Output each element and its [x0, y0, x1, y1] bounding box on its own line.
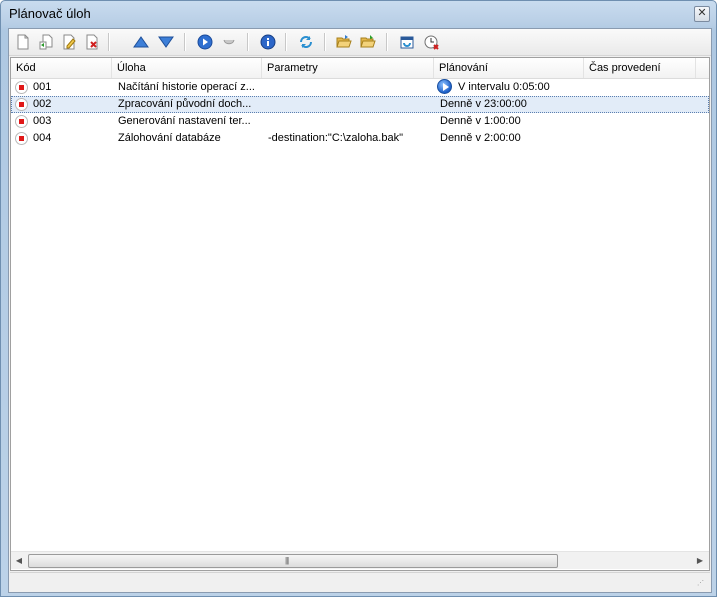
toolbar-separator [285, 33, 287, 51]
task-schedule: V intervalu 0:05:00 [458, 81, 550, 93]
toolbar-separator [184, 33, 186, 51]
move-down-icon [158, 36, 174, 48]
scheduler-settings-button[interactable] [397, 32, 417, 52]
toolbar-separator [386, 33, 388, 51]
task-code: 003 [33, 115, 52, 127]
resize-grip[interactable]: ⋰ [697, 579, 707, 589]
column-header-parameters[interactable]: Parametry [262, 58, 434, 78]
task-name: Zálohování databáze [118, 132, 221, 144]
toolbar-separator [247, 33, 249, 51]
scrollbar-thumb[interactable]: ||| [28, 554, 558, 568]
task-code: 002 [33, 98, 52, 110]
task-execution-time [590, 130, 700, 147]
stopped-status-icon [15, 81, 28, 94]
window-title: Plánovač úloh [9, 6, 91, 21]
edit-task-button[interactable] [59, 32, 79, 52]
schedule-play-icon [435, 79, 455, 96]
stopped-status-icon [15, 132, 28, 145]
move-up-icon [133, 36, 149, 48]
table-row[interactable]: 004 Zálohování databáze -destination:"C:… [11, 130, 709, 147]
stopped-status-icon [15, 98, 28, 111]
task-name: Generování nastavení ter... [118, 115, 251, 127]
toolbar-separator [108, 33, 110, 51]
column-header-task[interactable]: Úloha [112, 58, 262, 78]
toolbar [9, 29, 711, 56]
open-folder-icon [336, 35, 352, 48]
task-schedule: Denně v 1:00:00 [440, 115, 521, 127]
refresh-icon [300, 36, 312, 48]
task-code: 001 [33, 81, 52, 93]
new-task-icon [17, 34, 29, 50]
task-name: Zpracování původní doch... [118, 98, 252, 110]
horizontal-scrollbar[interactable]: ◀ ||| ▶ [11, 551, 709, 569]
move-up-button[interactable] [131, 32, 151, 52]
info-icon [260, 34, 276, 50]
column-header-execution-time[interactable]: Čas provedení [584, 58, 696, 78]
column-header-code[interactable]: Kód [11, 58, 112, 78]
save-folder-icon [360, 35, 376, 48]
open-button[interactable] [334, 32, 354, 52]
stopped-status-icon [15, 115, 28, 128]
task-parameters: -destination:"C:\zaloha.bak" [268, 132, 403, 144]
task-parameters [268, 113, 432, 130]
delete-task-button[interactable] [82, 32, 102, 52]
task-parameters [268, 79, 432, 96]
task-execution-time [590, 79, 700, 96]
stop-task-button[interactable] [219, 32, 239, 52]
status-bar: ⋰ [10, 572, 710, 591]
close-button[interactable]: ✕ [694, 6, 710, 22]
task-list[interactable]: Kód Úloha Parametry Plánování Čas proved… [10, 57, 710, 571]
scheduler-window: Plánovač úloh ✕ Kód Úloha Parametry Plán… [0, 0, 717, 597]
column-header-schedule[interactable]: Plánování [434, 58, 584, 78]
task-execution-time [590, 96, 700, 113]
save-button[interactable] [358, 32, 378, 52]
task-schedule: Denně v 23:00:00 [440, 98, 527, 110]
edit-task-icon [63, 34, 76, 50]
stop-task-icon [223, 39, 235, 45]
client-area: Kód Úloha Parametry Plánování Čas proved… [8, 28, 712, 593]
title-bar[interactable]: Plánovač úloh ✕ [1, 1, 716, 27]
table-header: Kód Úloha Parametry Plánování Čas proved… [11, 58, 709, 79]
scroll-right-button[interactable]: ▶ [692, 552, 708, 569]
refresh-button[interactable] [296, 32, 316, 52]
scheduler-settings-icon [400, 36, 414, 49]
scroll-left-button[interactable]: ◀ [11, 552, 27, 569]
table-row[interactable]: 003 Generování nastavení ter... Denně v … [11, 113, 709, 130]
toolbar-separator [324, 33, 326, 51]
task-code: 004 [33, 132, 52, 144]
copy-task-button[interactable] [36, 32, 56, 52]
delete-task-icon [86, 34, 98, 50]
task-execution-time [590, 113, 700, 130]
scrollbar-grip: ||| [285, 556, 289, 565]
new-task-button[interactable] [13, 32, 33, 52]
task-schedule: Denně v 2:00:00 [440, 132, 521, 144]
move-down-button[interactable] [156, 32, 176, 52]
copy-task-icon [39, 34, 53, 50]
clock-cancel-icon [424, 35, 439, 50]
info-button[interactable] [258, 32, 278, 52]
run-task-button[interactable] [195, 32, 215, 52]
run-task-icon [197, 34, 213, 50]
table-row[interactable]: 002 Zpracování původní doch... Denně v 2… [11, 96, 709, 113]
table-row[interactable]: 001 Načítání historie operací z... V int… [11, 79, 709, 96]
task-name: Načítání historie operací z... [118, 81, 255, 93]
clock-cancel-button[interactable] [422, 32, 442, 52]
task-parameters [268, 96, 432, 113]
